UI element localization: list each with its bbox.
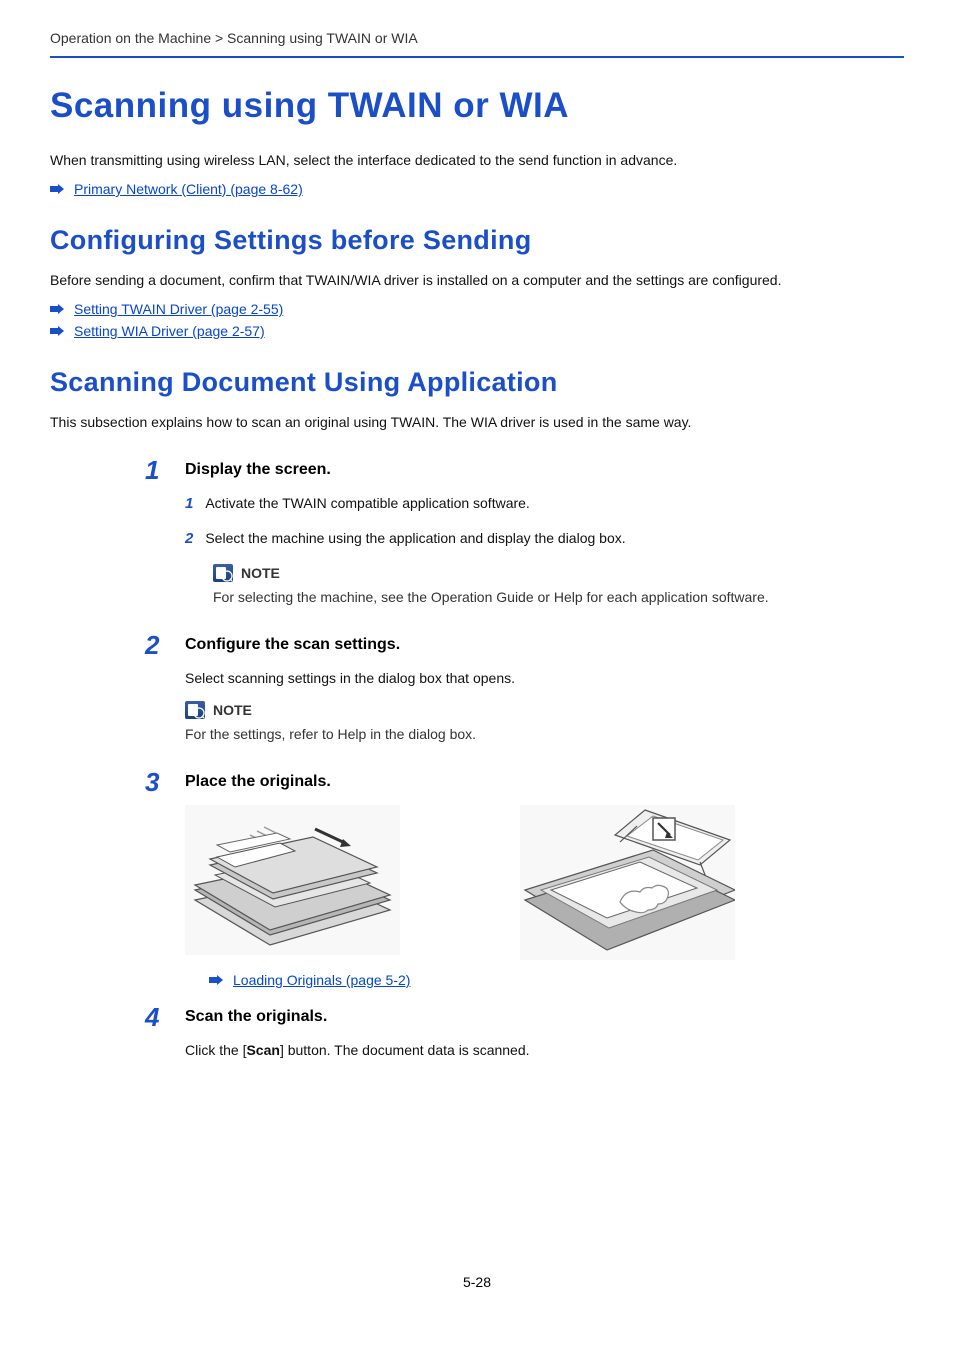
link-text: Setting TWAIN Driver (page 2-55)	[74, 301, 283, 317]
substep: 1 Activate the TWAIN compatible applicat…	[185, 493, 904, 516]
arrow-right-icon	[50, 304, 64, 314]
substep-number: 1	[185, 493, 193, 516]
step-number: 1	[145, 455, 159, 486]
heading-configuring: Configuring Settings before Sending	[50, 225, 904, 256]
link-primary-network[interactable]: Primary Network (Client) (page 8-62)	[50, 181, 904, 197]
note-icon	[185, 701, 205, 719]
step-3: 3 Place the originals.	[185, 773, 904, 988]
step-1: 1 Display the screen. 1 Activate the TWA…	[185, 461, 904, 608]
step-2: 2 Configure the scan settings. Select sc…	[185, 636, 904, 745]
note-box: NOTE For selecting the machine, see the …	[213, 564, 904, 608]
page-title: Scanning using TWAIN or WIA	[50, 86, 904, 126]
link-text: Primary Network (Client) (page 8-62)	[74, 181, 303, 197]
step-number: 2	[145, 630, 159, 661]
link-text: Setting WIA Driver (page 2-57)	[74, 323, 265, 339]
step-title: Scan the originals.	[185, 1008, 904, 1026]
note-label: NOTE	[241, 565, 280, 581]
step-body: Select scanning settings in the dialog b…	[185, 668, 904, 689]
substep-text: Activate the TWAIN compatible applicatio…	[205, 493, 529, 516]
note-icon	[213, 564, 233, 582]
link-text: Loading Originals (page 5-2)	[233, 972, 410, 988]
step-number: 4	[145, 1002, 159, 1033]
step-title: Display the screen.	[185, 461, 904, 479]
note-label: NOTE	[213, 702, 252, 718]
note-text: For the settings, refer to Help in the d…	[185, 724, 904, 745]
arrow-right-icon	[50, 184, 64, 194]
step-body: Click the [Scan] button. The document da…	[185, 1040, 904, 1061]
step-4: 4 Scan the originals. Click the [Scan] b…	[185, 1008, 904, 1061]
heading-scanning: Scanning Document Using Application	[50, 367, 904, 398]
step-title: Configure the scan settings.	[185, 636, 904, 654]
substep: 2 Select the machine using the applicati…	[185, 528, 904, 551]
config-paragraph: Before sending a document, confirm that …	[50, 270, 904, 291]
step-number: 3	[145, 767, 159, 798]
step-title: Place the originals.	[185, 773, 904, 791]
link-wia-driver[interactable]: Setting WIA Driver (page 2-57)	[50, 323, 904, 339]
scan-paragraph: This subsection explains how to scan an …	[50, 412, 904, 433]
illustration-platen-glass	[520, 805, 735, 960]
illustration-document-feeder	[185, 805, 400, 955]
link-loading-originals[interactable]: Loading Originals (page 5-2)	[209, 972, 904, 988]
intro-paragraph: When transmitting using wireless LAN, se…	[50, 150, 904, 171]
note-box: NOTE For the settings, refer to Help in …	[185, 701, 904, 745]
breadcrumb: Operation on the Machine > Scanning usin…	[50, 30, 904, 58]
link-twain-driver[interactable]: Setting TWAIN Driver (page 2-55)	[50, 301, 904, 317]
note-text: For selecting the machine, see the Opera…	[213, 587, 904, 608]
arrow-right-icon	[50, 326, 64, 336]
substep-number: 2	[185, 528, 193, 551]
arrow-right-icon	[209, 975, 223, 985]
substep-text: Select the machine using the application…	[205, 528, 625, 551]
page-number: 5-28	[0, 1274, 954, 1290]
